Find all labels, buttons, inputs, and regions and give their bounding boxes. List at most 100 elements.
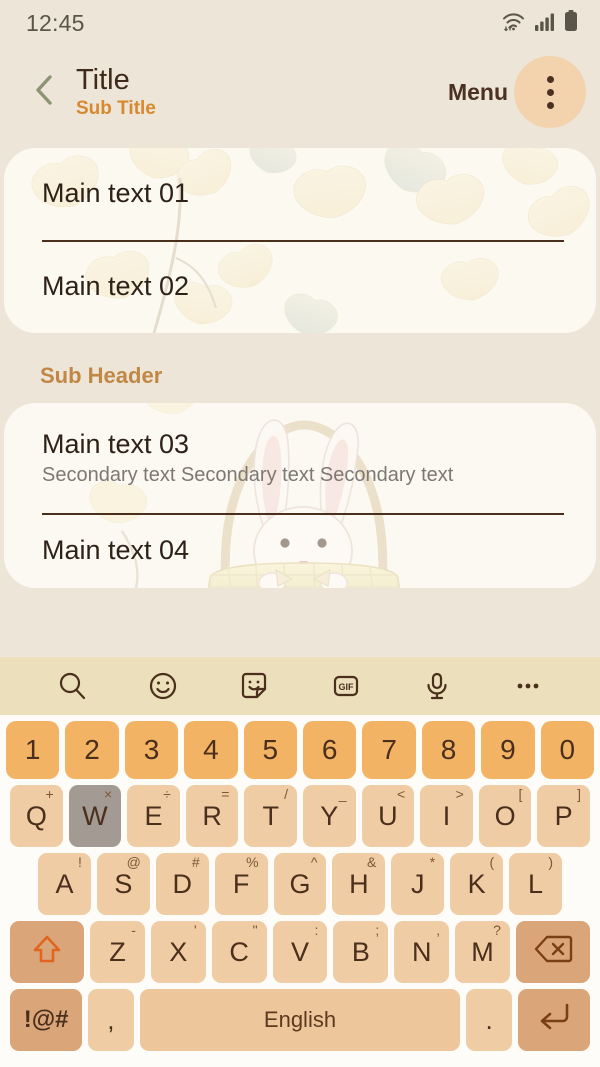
microphone-icon[interactable] bbox=[411, 662, 463, 710]
key-o-sub: [ bbox=[518, 786, 523, 802]
key-b[interactable]: ; B bbox=[333, 921, 389, 983]
comma-key[interactable]: , bbox=[88, 989, 134, 1051]
key-3[interactable]: 3 bbox=[124, 721, 179, 779]
key-h-label: H bbox=[349, 868, 369, 899]
list-item[interactable]: Main text 04 bbox=[42, 513, 558, 588]
key-6[interactable]: 6 bbox=[303, 721, 357, 779]
keyboard-row-zxcv: - Z ' X " C : V ; B , N ? M bbox=[6, 921, 594, 983]
emoji-icon[interactable] bbox=[137, 662, 189, 710]
key-k-sub: ( bbox=[489, 854, 495, 870]
key-t-label: T bbox=[262, 800, 279, 831]
list-item[interactable]: Main text 03 Secondary text Secondary te… bbox=[42, 403, 558, 513]
key-r[interactable]: = R bbox=[185, 785, 239, 847]
key-8[interactable]: 8 bbox=[421, 721, 476, 779]
key-e-label: E bbox=[144, 800, 163, 831]
key-x[interactable]: ' X bbox=[150, 921, 206, 983]
key-w-sub: × bbox=[104, 786, 113, 802]
key-q-sub: + bbox=[45, 786, 54, 802]
key-s-label: S bbox=[114, 868, 133, 899]
key-r-sub: = bbox=[221, 786, 230, 802]
app-bar: Title Sub Title Menu bbox=[0, 46, 600, 138]
key-u-sub: < bbox=[397, 786, 406, 802]
key-q[interactable]: + Q bbox=[10, 785, 63, 847]
key-h-sub: & bbox=[367, 854, 377, 870]
key-n-sub: , bbox=[436, 922, 441, 938]
key-g[interactable]: ^ G bbox=[273, 853, 327, 915]
key-i-label: I bbox=[442, 800, 451, 831]
list-item[interactable]: Main text 02 bbox=[42, 240, 558, 333]
key-k[interactable]: ( K bbox=[450, 853, 504, 915]
key-u-label: U bbox=[378, 800, 398, 831]
key-y-sub: _ bbox=[338, 786, 347, 802]
content-area: Main text 01 Main text 02 Sub Header Mai… bbox=[0, 148, 600, 588]
search-icon[interactable] bbox=[46, 662, 98, 710]
key-7[interactable]: 7 bbox=[362, 721, 416, 779]
key-l[interactable]: ) L bbox=[509, 853, 563, 915]
key-o-label: O bbox=[494, 800, 516, 831]
card-two: Main text 03 Secondary text Secondary te… bbox=[4, 403, 596, 588]
key-1[interactable]: 1 bbox=[5, 721, 60, 779]
key-z[interactable]: - Z bbox=[90, 921, 145, 983]
period-key[interactable]: . bbox=[466, 989, 512, 1051]
key-d-sub: # bbox=[191, 854, 200, 870]
keyboard-row-bottom: !@# , English . bbox=[6, 989, 594, 1051]
key-d[interactable]: # D bbox=[155, 853, 209, 915]
key-u[interactable]: < U bbox=[361, 785, 415, 847]
key-q-label: Q bbox=[25, 800, 47, 831]
app-bar-titles: Title Sub Title bbox=[76, 65, 156, 118]
key-2[interactable]: 2 bbox=[65, 721, 119, 779]
key-w[interactable]: × W bbox=[68, 785, 122, 847]
key-m[interactable]: ? M bbox=[455, 921, 510, 983]
overflow-menu-button[interactable] bbox=[514, 56, 586, 128]
key-y[interactable]: _ Y bbox=[303, 785, 356, 847]
list-item-title: Main text 04 bbox=[42, 534, 190, 565]
key-p[interactable]: ] P bbox=[537, 785, 590, 847]
list-item[interactable]: Main text 01 bbox=[42, 148, 558, 240]
status-icons bbox=[501, 9, 578, 37]
key-n[interactable]: , N bbox=[394, 921, 450, 983]
space-key[interactable]: English bbox=[139, 989, 461, 1051]
menu-label[interactable]: Menu bbox=[448, 79, 508, 106]
gif-icon[interactable]: GIF bbox=[320, 662, 372, 710]
key-c[interactable]: " C bbox=[211, 921, 267, 983]
symbols-key[interactable]: !@# bbox=[10, 989, 83, 1051]
key-a[interactable]: ! A bbox=[38, 853, 91, 915]
key-5[interactable]: 5 bbox=[243, 721, 297, 779]
sub-header: Sub Header bbox=[40, 363, 163, 388]
list-item-title: Main text 03 bbox=[42, 428, 190, 459]
sticker-icon[interactable] bbox=[228, 662, 280, 710]
card-one-body: Main text 01 Main text 02 bbox=[4, 148, 596, 333]
key-f[interactable]: % F bbox=[214, 853, 268, 915]
backspace-key[interactable] bbox=[515, 921, 590, 983]
key-j-sub: * bbox=[429, 854, 436, 870]
backspace-icon bbox=[533, 934, 573, 971]
key-9[interactable]: 9 bbox=[481, 721, 535, 779]
key-w-label: W bbox=[82, 800, 108, 831]
key-o[interactable]: [ O bbox=[478, 785, 532, 847]
key-0[interactable]: 0 bbox=[540, 721, 595, 779]
key-z-label: Z bbox=[109, 936, 126, 967]
key-m-sub: ? bbox=[493, 922, 501, 938]
key-i[interactable]: > I bbox=[420, 785, 473, 847]
key-j-label: J bbox=[411, 868, 425, 899]
status-time: 12:45 bbox=[26, 9, 85, 36]
svg-text:GIF: GIF bbox=[338, 682, 354, 692]
key-v[interactable]: : V bbox=[272, 921, 328, 983]
key-f-sub: % bbox=[246, 854, 259, 870]
key-e[interactable]: ÷ E bbox=[127, 785, 180, 847]
key-4[interactable]: 4 bbox=[184, 721, 238, 779]
key-h[interactable]: & H bbox=[332, 853, 386, 915]
shift-key[interactable] bbox=[10, 921, 85, 983]
key-m-label: M bbox=[471, 936, 494, 967]
key-c-sub: " bbox=[252, 922, 258, 938]
key-j[interactable]: * J bbox=[391, 853, 445, 915]
more-horizontal-icon[interactable] bbox=[502, 662, 554, 710]
list-item-title: Main text 02 bbox=[42, 270, 190, 301]
keyboard-row-home: ! A @ S # D % F ^ G & H * J ( K) L bbox=[6, 853, 594, 915]
key-s[interactable]: @ S bbox=[96, 853, 150, 915]
key-v-sub: : bbox=[314, 922, 319, 938]
enter-key[interactable] bbox=[517, 989, 590, 1051]
back-button[interactable] bbox=[22, 70, 66, 114]
wifi-icon bbox=[501, 10, 526, 37]
key-t[interactable]: / T bbox=[244, 785, 297, 847]
